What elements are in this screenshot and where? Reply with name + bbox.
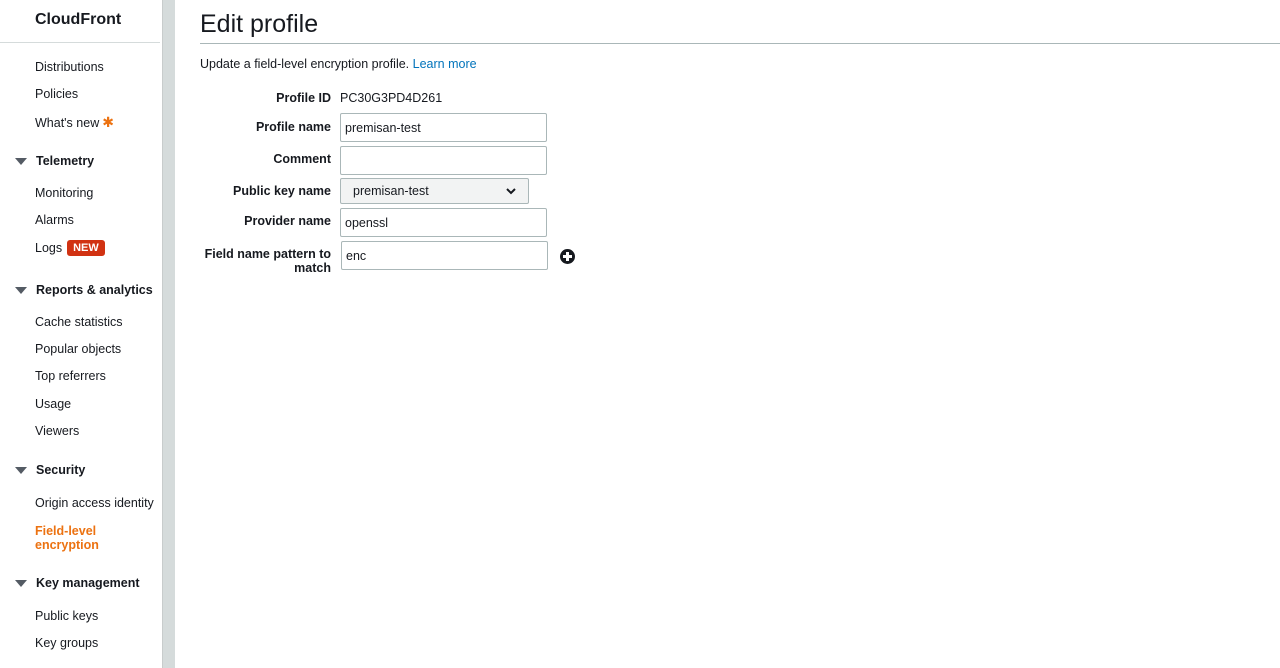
sidebar-item-key-groups[interactable]: Key groups xyxy=(35,636,98,650)
sidebar-divider xyxy=(0,42,160,43)
comment-input[interactable] xyxy=(340,146,547,175)
chevron-down-icon xyxy=(506,187,516,194)
sidebar-item-public-keys[interactable]: Public keys xyxy=(35,609,98,623)
logs-label: Logs xyxy=(35,241,63,255)
profile-name-label: Profile name xyxy=(255,120,331,134)
section-telemetry[interactable]: Telemetry xyxy=(15,154,94,168)
public-key-selected-value: premisan-test xyxy=(353,184,429,198)
sidebar: CloudFront Distributions Policies What's… xyxy=(0,0,162,668)
profile-id-value: PC30G3PD4D261 xyxy=(340,91,443,105)
sidebar-item-monitoring[interactable]: Monitoring xyxy=(35,186,93,200)
section-security-label: Security xyxy=(36,463,86,477)
new-badge: NEW xyxy=(67,240,105,256)
sidebar-item-top-referrers[interactable]: Top referrers xyxy=(35,369,106,383)
sidebar-item-cache-statistics[interactable]: Cache statistics xyxy=(35,315,123,329)
sidebar-item-alarms[interactable]: Alarms xyxy=(35,213,74,227)
section-security[interactable]: Security xyxy=(15,463,85,477)
public-key-name-label: Public key name xyxy=(233,184,331,198)
field-name-pattern-input[interactable] xyxy=(341,241,548,270)
section-key-management-label: Key management xyxy=(36,576,140,590)
whats-new-label: What's new xyxy=(35,116,100,130)
learn-more-link[interactable]: Learn more xyxy=(413,57,477,71)
sidebar-item-field-level-encryption[interactable]: Field-level encryption xyxy=(35,524,125,552)
sidebar-item-logs[interactable]: Logs NEW xyxy=(35,240,105,256)
asterisk-icon: ✱ xyxy=(102,114,114,130)
section-telemetry-label: Telemetry xyxy=(36,154,95,168)
caret-down-icon xyxy=(15,466,27,474)
caret-down-icon xyxy=(15,286,27,294)
sidebar-item-viewers[interactable]: Viewers xyxy=(35,424,79,438)
caret-down-icon xyxy=(15,579,27,587)
sidebar-scrollbar-thumb[interactable] xyxy=(162,0,175,668)
title-divider xyxy=(200,43,1280,44)
sidebar-title[interactable]: CloudFront xyxy=(35,11,121,29)
sidebar-item-distributions[interactable]: Distributions xyxy=(35,60,104,74)
sidebar-item-usage[interactable]: Usage xyxy=(35,397,71,411)
comment-label: Comment xyxy=(273,152,331,166)
profile-id-label: Profile ID xyxy=(276,91,331,105)
sidebar-item-origin-access-identity[interactable]: Origin access identity xyxy=(35,496,154,510)
provider-name-input[interactable] xyxy=(340,208,547,237)
section-reports-analytics[interactable]: Reports & analytics xyxy=(15,283,153,297)
page-description: Update a field-level encryption profile.… xyxy=(200,57,477,71)
sidebar-item-policies[interactable]: Policies xyxy=(35,87,78,101)
public-key-name-select[interactable]: premisan-test xyxy=(340,178,529,204)
description-text: Update a field-level encryption profile. xyxy=(200,57,410,71)
sidebar-item-whats-new[interactable]: What's new ✱ xyxy=(35,114,114,131)
caret-down-icon xyxy=(15,157,27,165)
field-name-pattern-label: Field name pattern to match xyxy=(204,247,331,275)
profile-name-input[interactable] xyxy=(340,113,547,142)
add-pattern-icon[interactable] xyxy=(560,249,575,264)
section-key-management[interactable]: Key management xyxy=(15,576,140,590)
provider-name-label: Provider name xyxy=(244,214,331,228)
section-reports-label: Reports & analytics xyxy=(36,283,153,297)
page-title: Edit profile xyxy=(200,10,319,38)
sidebar-item-popular-objects[interactable]: Popular objects xyxy=(35,342,121,356)
